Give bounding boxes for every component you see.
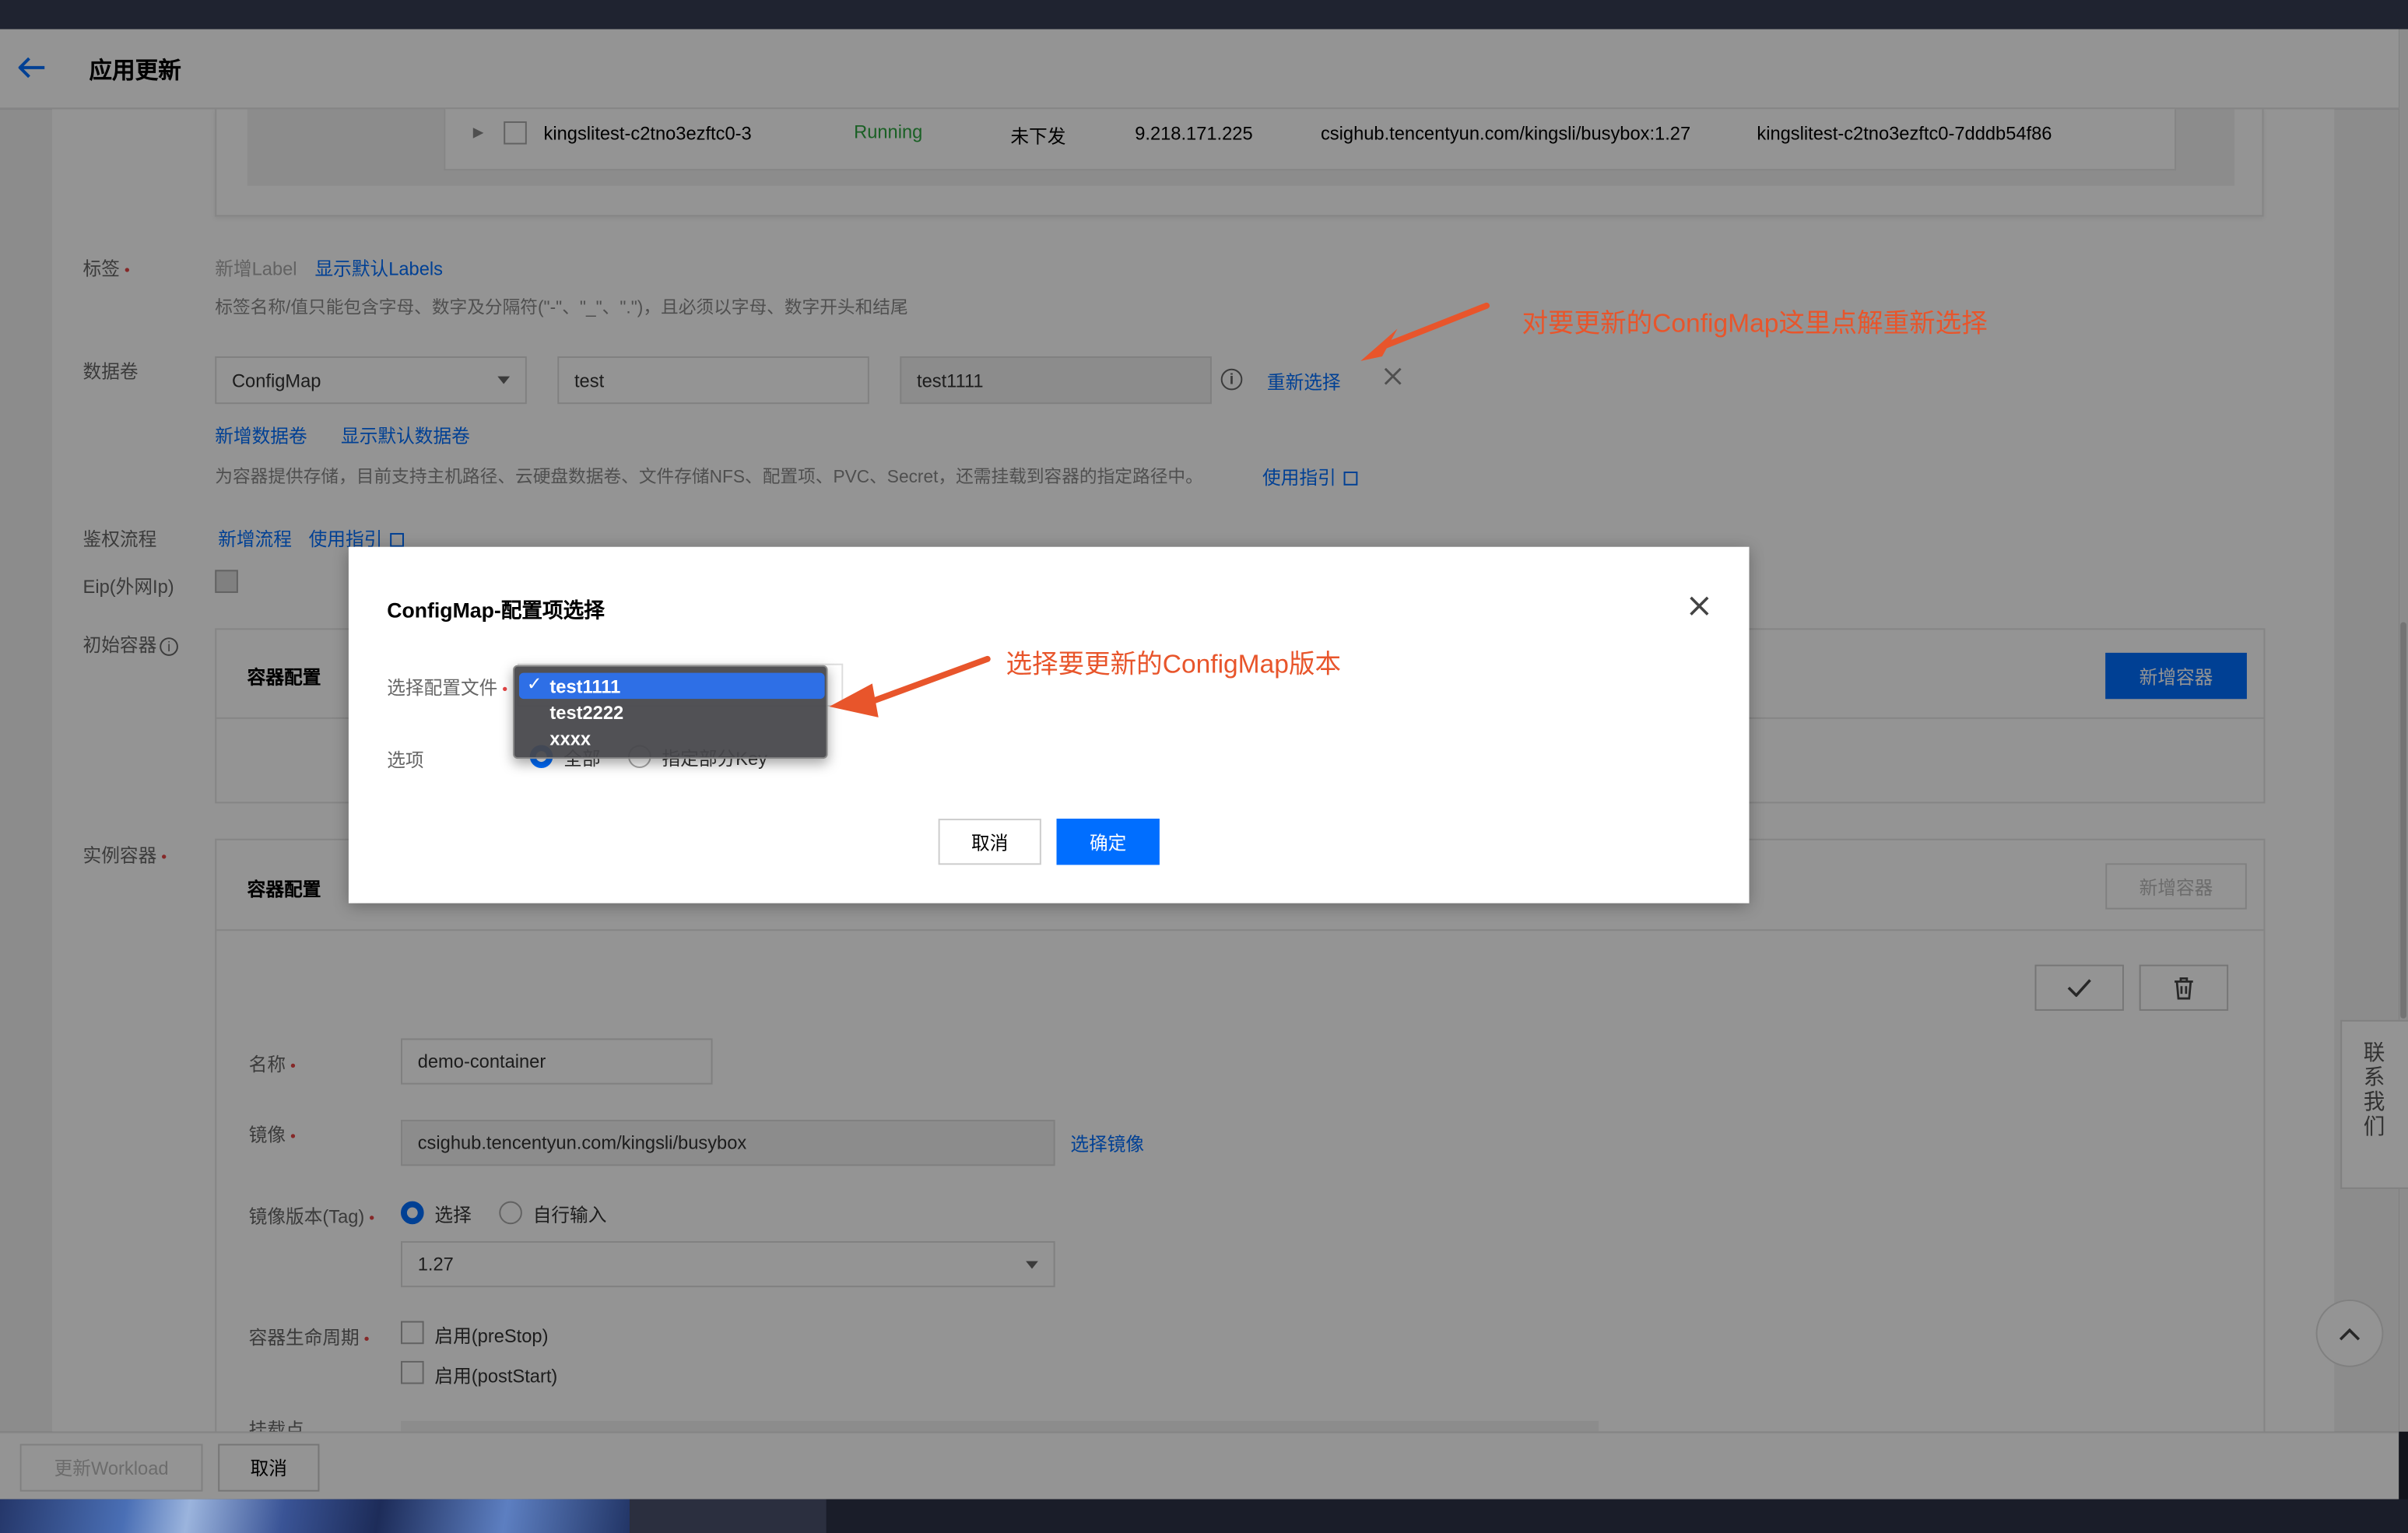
close-icon[interactable] [1679,585,1718,625]
os-top-bar [0,0,2408,30]
config-file-label: 选择配置文件 • [387,677,508,700]
option-label-2: test2222 [549,701,624,723]
config-file-dropdown: ✓ test1111 test2222 xxxx [513,665,828,759]
check-icon: ✓ [526,672,542,695]
annotation-dropdown-text: 选择要更新的ConfigMap版本 [1006,649,1342,679]
modal-title: ConfigMap-配置项选择 [387,598,605,623]
dropdown-option[interactable]: test2222 [519,699,825,725]
dropdown-option-selected[interactable]: ✓ test1111 [518,672,825,700]
annotation-reselect-text: 对要更新的ConfigMap这里点解重新选择 [1522,308,1988,339]
annotation-arrow-icon [829,655,991,717]
modal-cancel-button[interactable]: 取消 [938,819,1041,865]
dropdown-option[interactable]: xxxx [519,725,825,752]
desktop-wallpaper [0,1499,630,1533]
option-label: 选项 [387,749,424,771]
desktop-segment [630,1499,827,1533]
annotation-arrow-icon [1360,302,1490,361]
option-label-1: test1111 [549,675,621,697]
option-label-3: xxxx [549,727,591,749]
modal-confirm-button[interactable]: 确定 [1056,819,1160,865]
